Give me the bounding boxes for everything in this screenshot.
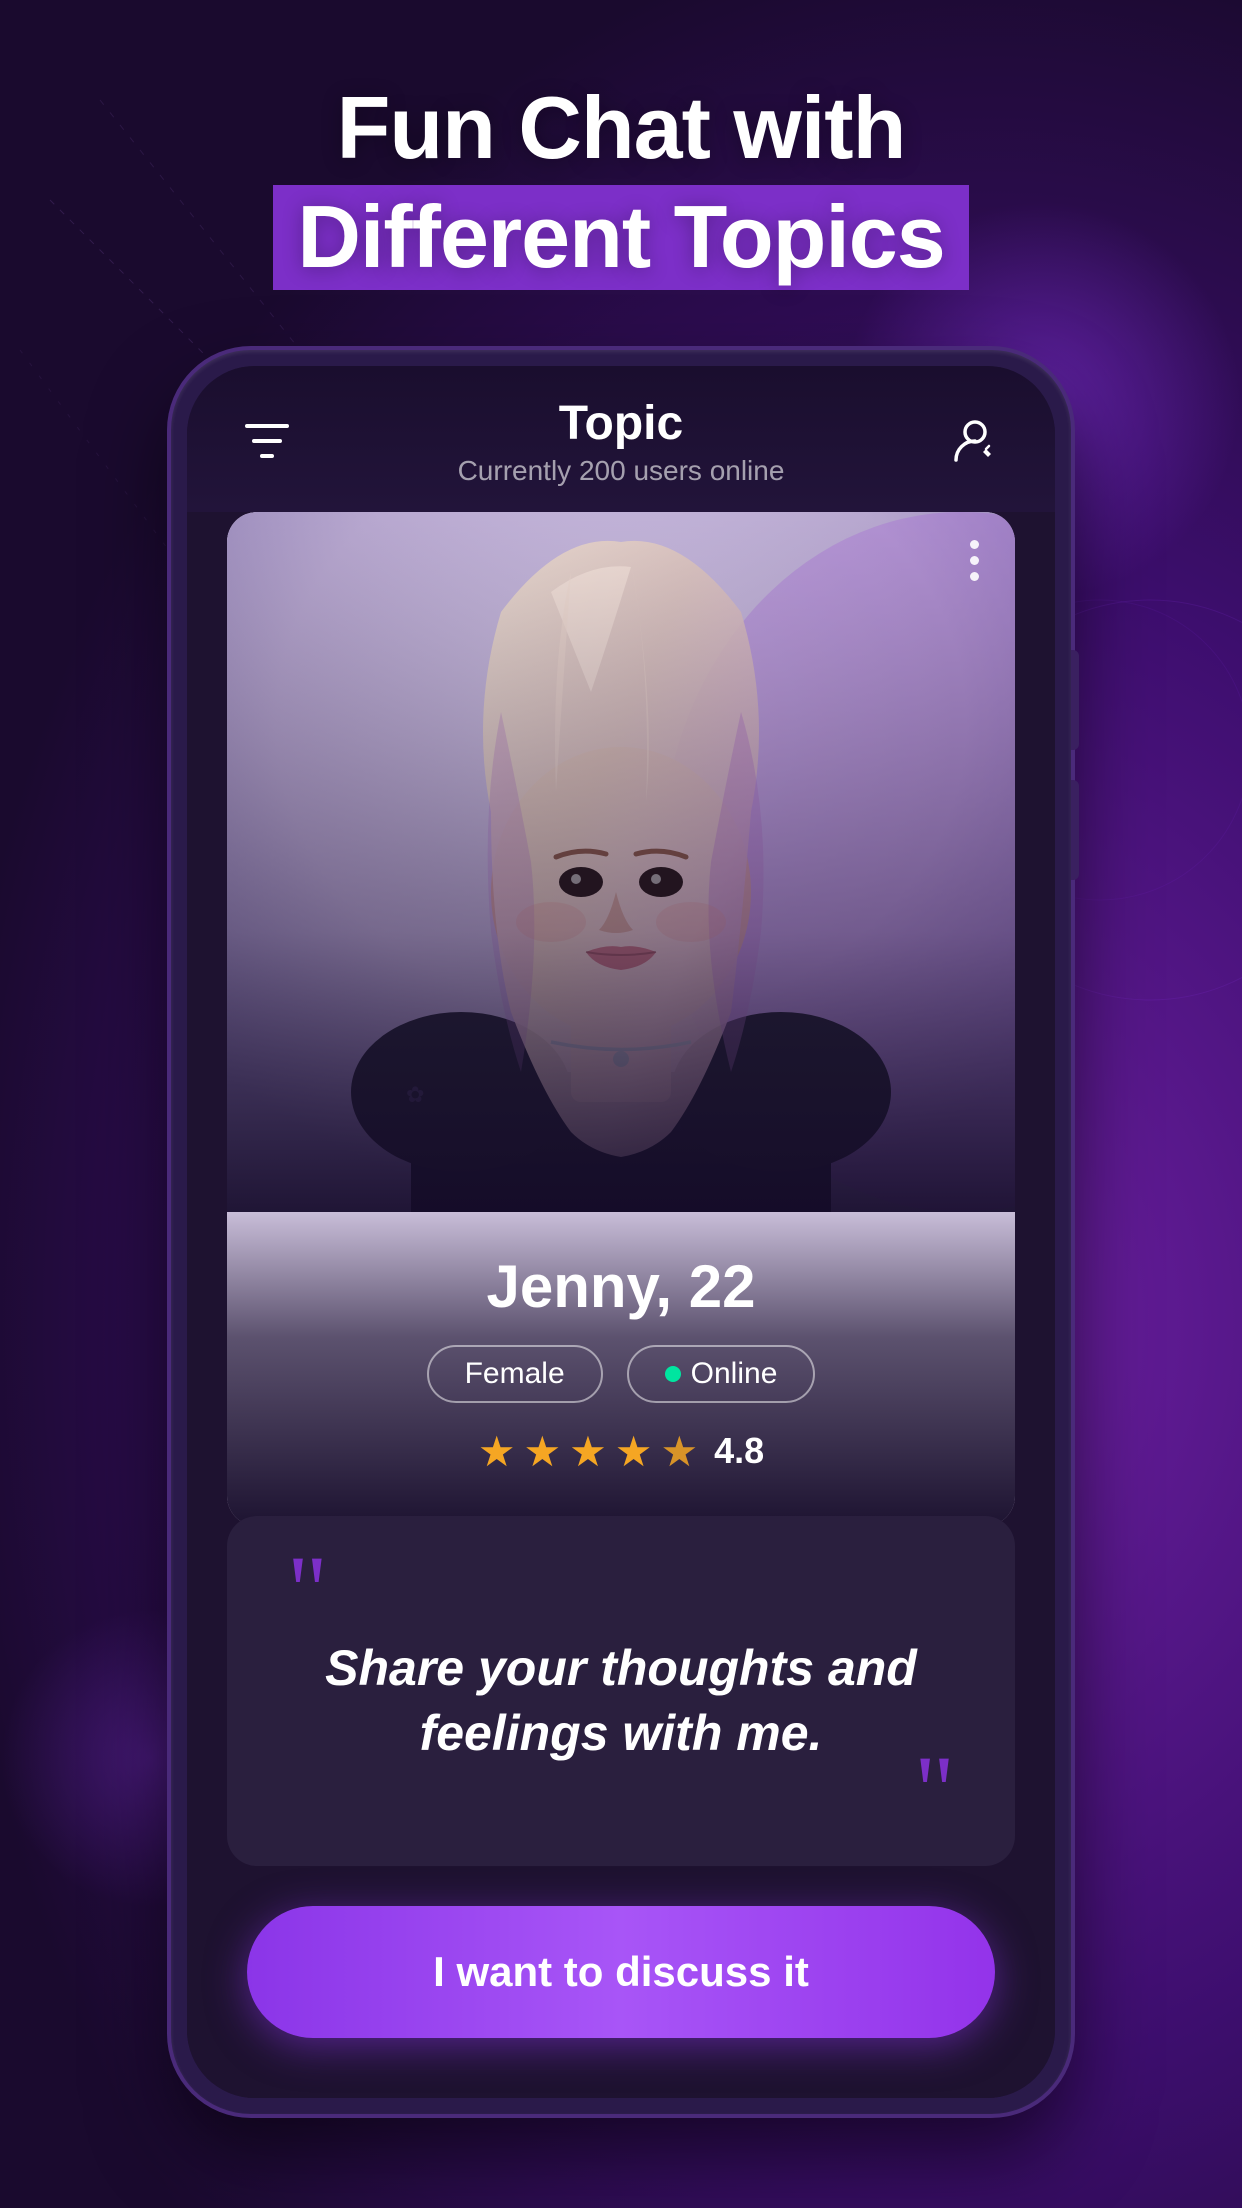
profile-badges: Female Online <box>267 1345 975 1403</box>
star-2: ★ <box>523 1427 561 1476</box>
cta-section: I want to discuss it <box>187 1866 1055 2098</box>
more-options-button[interactable] <box>970 540 979 581</box>
headline-section: Fun Chat with Different Topics <box>0 0 1242 350</box>
filter-icon[interactable] <box>237 411 297 471</box>
quote-section: " Share your thoughts and feelings with … <box>227 1516 1015 1866</box>
dot3 <box>970 572 979 581</box>
gender-badge: Female <box>427 1345 603 1403</box>
phone-inner: Topic Currently 200 users online <box>187 366 1055 2098</box>
profile-overlay: Jenny, 22 Female Online ★ ★ ★ ★ ★ <box>227 1212 1015 1526</box>
profile-edit-icon[interactable] <box>945 411 1005 471</box>
app-header: Topic Currently 200 users online <box>187 366 1055 512</box>
online-badge: Online <box>627 1345 816 1403</box>
dot2 <box>970 556 979 565</box>
star-5-half: ★ <box>660 1427 698 1476</box>
header-title-section: Topic Currently 200 users online <box>458 396 785 487</box>
star-3: ★ <box>569 1427 607 1476</box>
profile-name: Jenny, 22 <box>267 1252 975 1321</box>
header-title: Topic <box>458 396 785 451</box>
headline-line1: Fun Chat with <box>0 80 1242 177</box>
star-4: ★ <box>615 1427 653 1476</box>
profile-image: ✿ <box>227 512 1015 1212</box>
header-subtitle: Currently 200 users online <box>458 455 785 487</box>
headline-line2: Different Topics <box>273 185 968 290</box>
profile-card: ✿ Jenny, 22 <box>227 512 1015 1526</box>
dot1 <box>970 540 979 549</box>
quote-mark-open: " <box>287 1566 955 1616</box>
online-label: Online <box>691 1357 778 1391</box>
rating-number: 4.8 <box>714 1430 764 1472</box>
quote-mark-close: " <box>287 1776 955 1806</box>
online-indicator <box>665 1366 681 1382</box>
phone-outer: Topic Currently 200 users online <box>171 350 1071 2114</box>
star-rating: ★ ★ ★ ★ ★ 4.8 <box>267 1427 975 1476</box>
cta-button[interactable]: I want to discuss it <box>247 1906 995 2038</box>
quote-text: Share your thoughts and feelings with me… <box>287 1636 955 1766</box>
star-1: ★ <box>478 1427 516 1476</box>
phone-mockup: Topic Currently 200 users online <box>0 350 1242 2114</box>
